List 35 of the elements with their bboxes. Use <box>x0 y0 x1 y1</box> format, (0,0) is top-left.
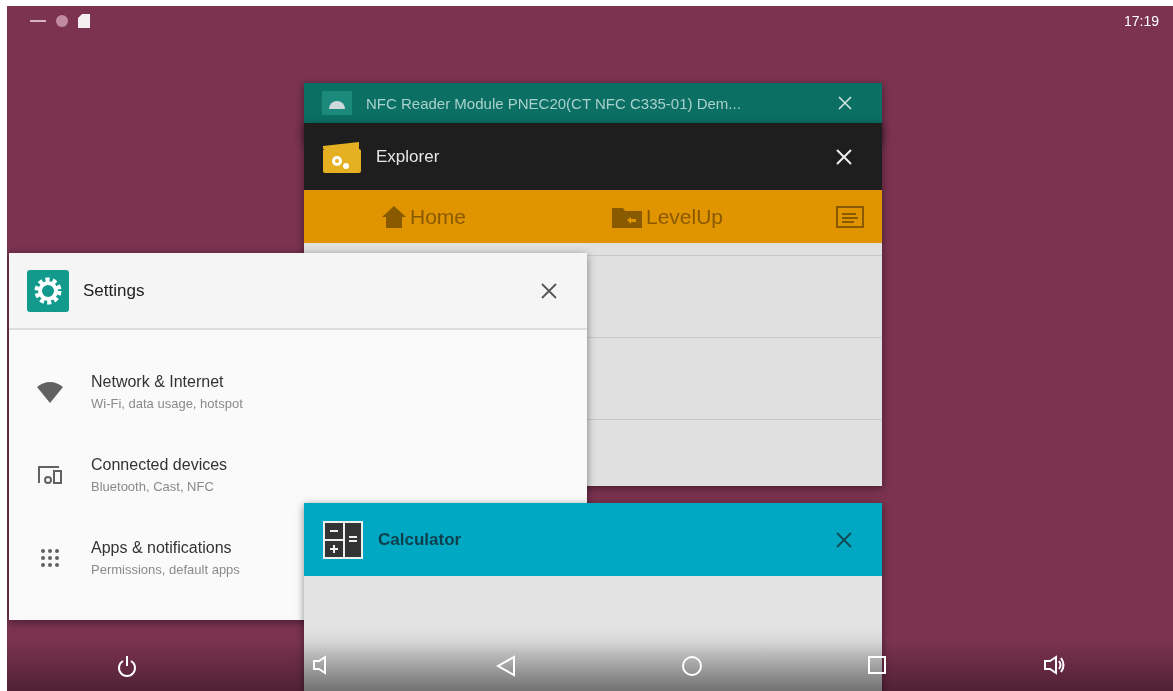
item-subtitle: Wi-Fi, data usage, hotspot <box>91 395 243 411</box>
house-icon <box>382 205 406 228</box>
folder-arrow-icon <box>612 205 642 228</box>
back-icon[interactable] <box>496 655 516 677</box>
item-title: Connected devices <box>91 455 228 474</box>
item-subtitle: Bluetooth, Cast, NFC <box>91 478 215 494</box>
calculator-icon <box>322 519 364 560</box>
line-icon <box>30 19 46 23</box>
devices-icon <box>37 464 63 485</box>
toolbar-button[interactable]: Home <box>382 204 612 229</box>
list-icon <box>836 205 864 228</box>
recents-icon[interactable] <box>867 655 887 675</box>
power-icon[interactable] <box>117 655 137 677</box>
title-bar[interactable]: Explorer <box>304 123 882 190</box>
window-title: Calculator <box>378 529 462 550</box>
window-title: NFC Reader Module PNEC20(CT NFC C335-01) Dem... <box>366 94 741 112</box>
home-icon[interactable] <box>681 655 703 677</box>
close-icon[interactable] <box>541 282 557 299</box>
title-bar[interactable]: Calculator <box>304 503 882 576</box>
toolbar-button[interactable]: LevelUp <box>612 204 836 229</box>
title-bar[interactable]: Settings <box>9 253 587 330</box>
sd-card-icon <box>78 14 90 28</box>
window-title: Settings <box>83 280 145 301</box>
clock-time: 17:19 <box>1123 13 1159 29</box>
item-title: Apps & notifications <box>91 538 233 557</box>
gear-icon <box>27 269 69 312</box>
window-title: Explorer <box>376 146 440 167</box>
wifi-icon <box>37 380 63 403</box>
folder-gear-icon <box>322 140 362 173</box>
toolbar-button[interactable] <box>836 205 864 228</box>
circle-icon <box>56 15 68 27</box>
volume-up-icon[interactable] <box>1043 655 1067 675</box>
item-subtitle: Permissions, default apps <box>91 561 240 577</box>
grid-icon <box>40 547 60 568</box>
item-title: Network & Internet <box>91 372 225 391</box>
